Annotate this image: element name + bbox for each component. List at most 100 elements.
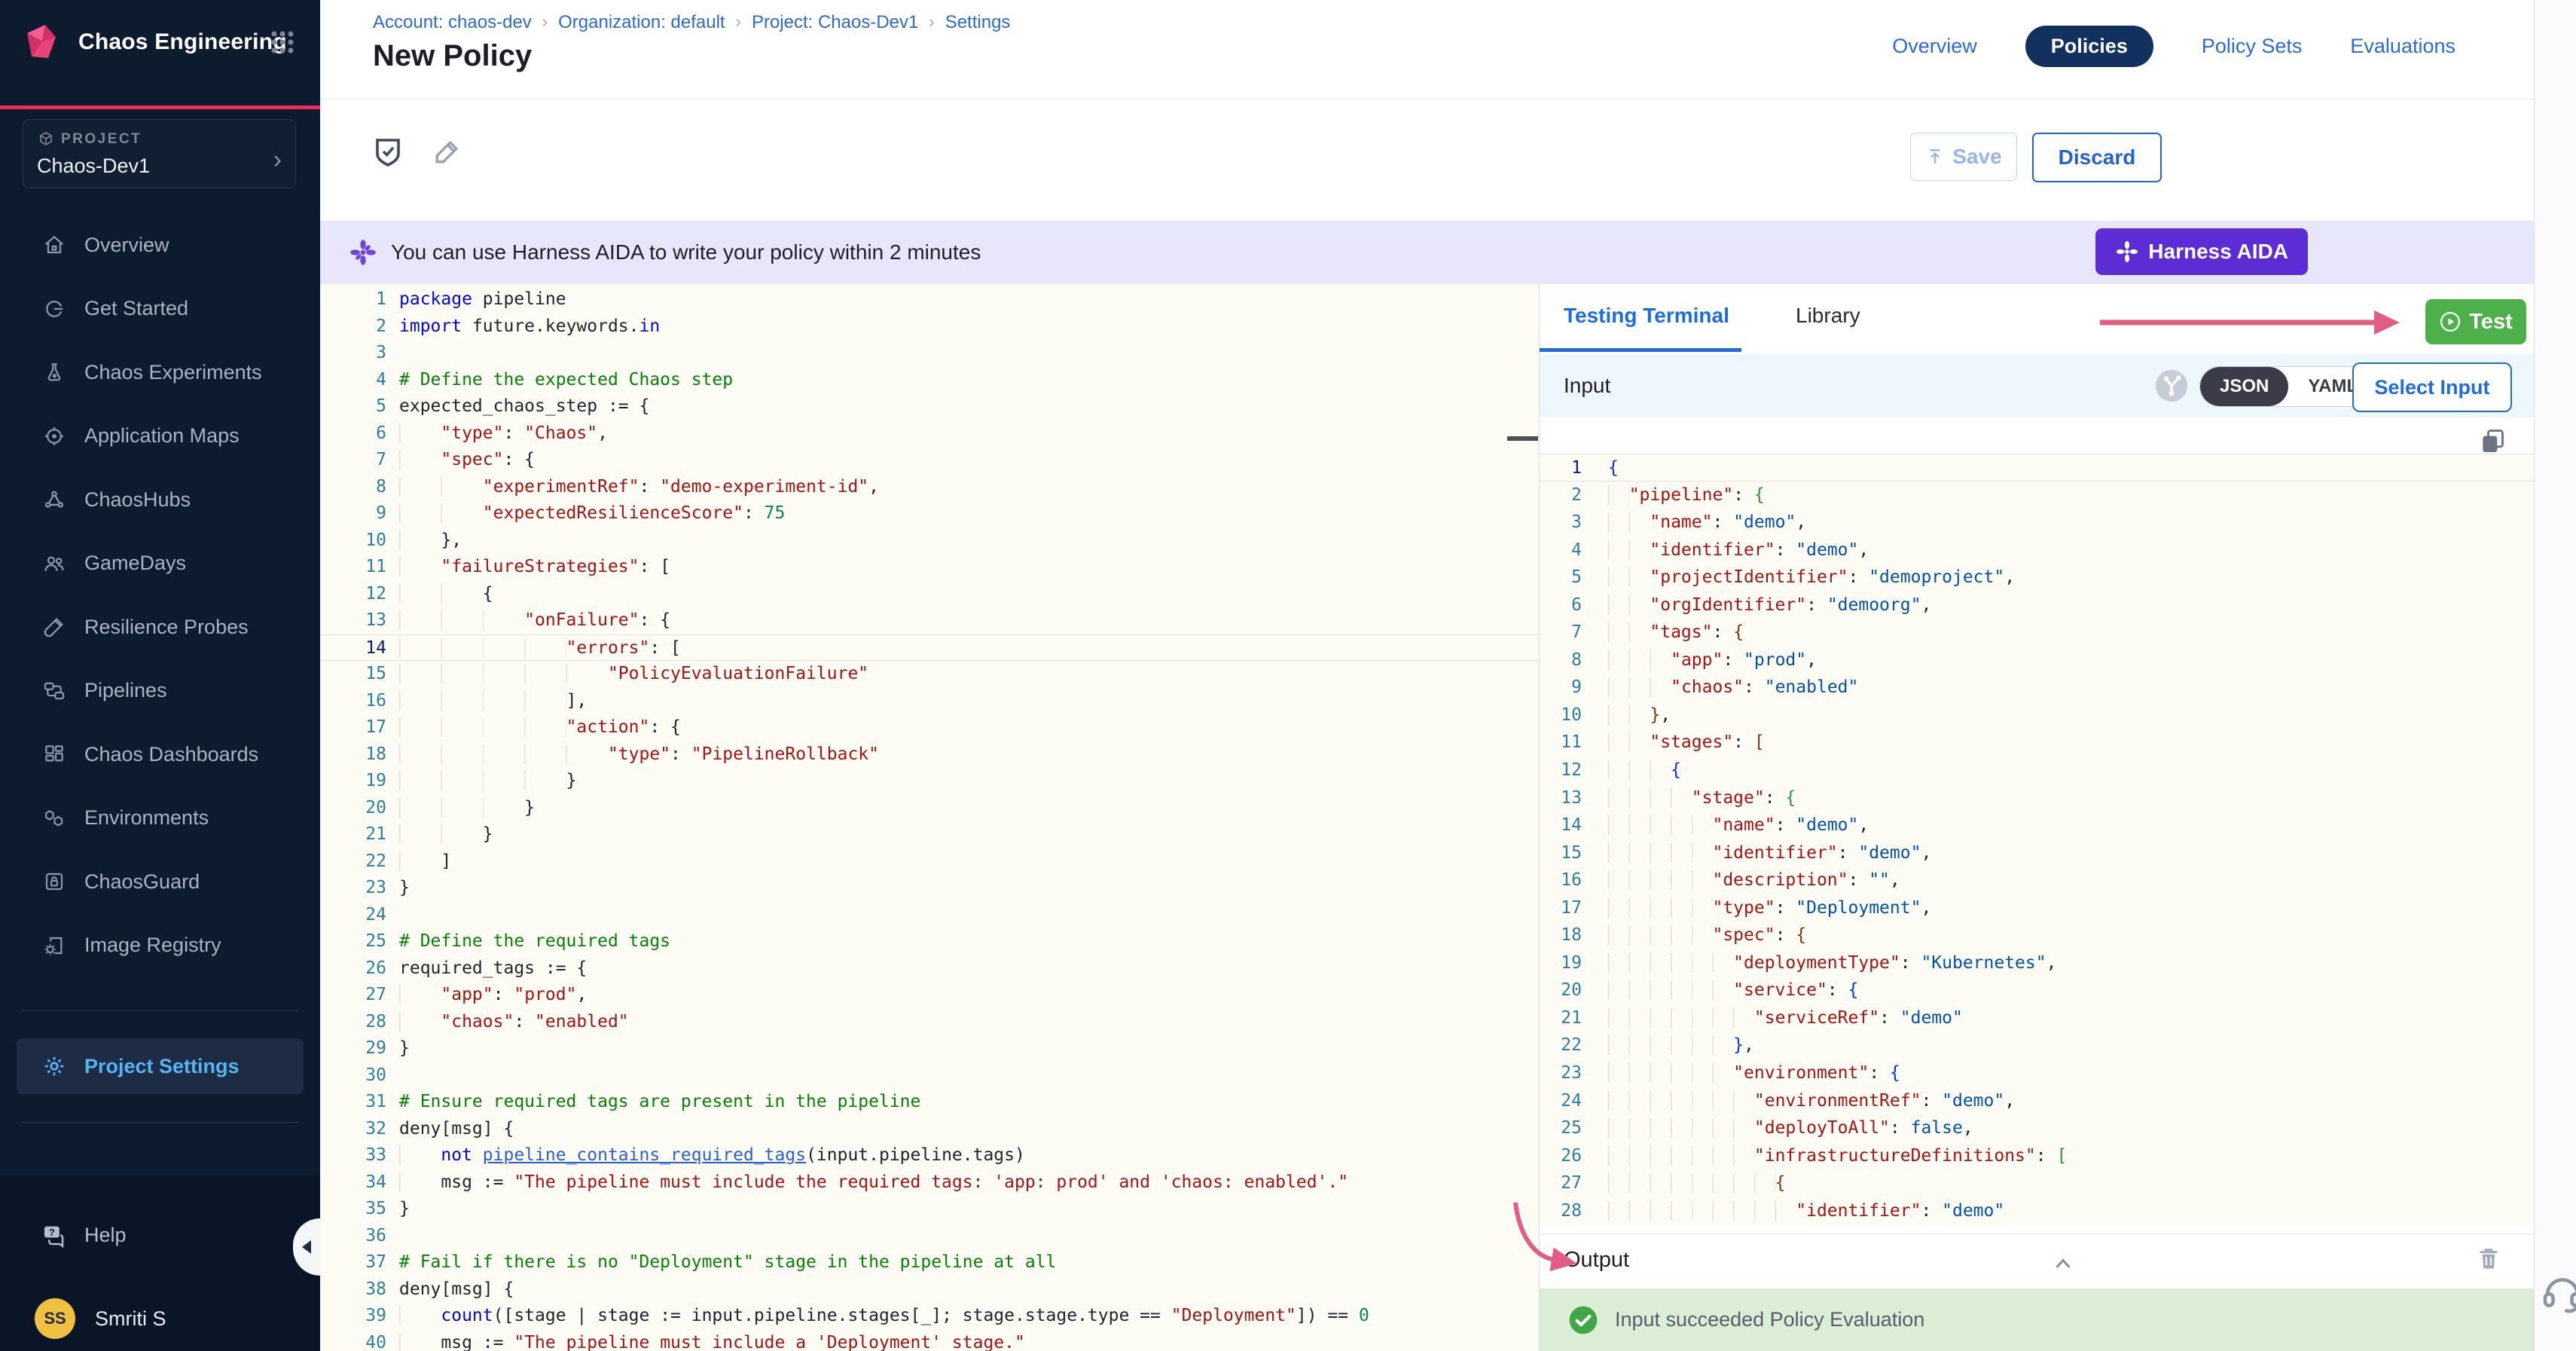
policy-validate-icon[interactable] bbox=[370, 134, 406, 173]
code-line[interactable]: 28 "chaos": "enabled" bbox=[320, 1009, 1539, 1036]
code-line[interactable]: 20 "service": { bbox=[1540, 977, 2534, 1004]
code-line[interactable]: 5expected_chaos_step := { bbox=[320, 393, 1539, 420]
top-nav-overview[interactable]: Overview bbox=[1892, 35, 1977, 58]
code-line[interactable]: 18 "spec": { bbox=[1540, 922, 2534, 949]
code-line[interactable]: 7 "spec": { bbox=[320, 447, 1539, 474]
code-line[interactable]: 9 "expectedResilienceScore": 75 bbox=[320, 500, 1539, 527]
trash-icon[interactable] bbox=[2475, 1245, 2502, 1276]
code-line[interactable]: 2 "pipeline": { bbox=[1540, 481, 2534, 509]
code-line[interactable]: 14 "name": "demo", bbox=[1540, 812, 2534, 839]
code-line[interactable]: 20 } bbox=[320, 795, 1539, 822]
sidebar-item-pipelines[interactable]: Pipelines bbox=[0, 659, 320, 723]
code-line[interactable]: 26required_tags := { bbox=[320, 955, 1539, 983]
top-nav-policies[interactable]: Policies bbox=[2025, 26, 2153, 67]
sidebar-item-gamedays[interactable]: GameDays bbox=[0, 532, 320, 596]
code-line[interactable]: 36 bbox=[320, 1223, 1539, 1250]
save-button[interactable]: Save bbox=[1910, 133, 2017, 181]
code-line[interactable]: 14 "errors": [ bbox=[320, 634, 1539, 662]
code-line[interactable]: 28 "identifier": "demo" bbox=[1540, 1197, 2534, 1225]
code-line[interactable]: 4# Define the expected Chaos step bbox=[320, 367, 1539, 394]
project-selector[interactable]: PROJECT Chaos-Dev1 › bbox=[23, 119, 296, 188]
code-line[interactable]: 10 }, bbox=[320, 527, 1539, 555]
code-line[interactable]: 4 "identifier": "demo", bbox=[1540, 536, 2534, 564]
policy-code-editor[interactable]: 1package pipeline2import future.keywords… bbox=[320, 284, 1539, 1351]
code-line[interactable]: 37# Fail if there is no "Deployment" sta… bbox=[320, 1249, 1539, 1276]
code-line[interactable]: 3 bbox=[320, 340, 1539, 367]
code-line[interactable]: 19 } bbox=[320, 768, 1539, 795]
code-line[interactable]: 23 "environment": { bbox=[1540, 1059, 2534, 1087]
sidebar-item-overview[interactable]: Overview bbox=[0, 213, 320, 277]
code-line[interactable]: 34 msg := "The pipeline must include the… bbox=[320, 1169, 1539, 1197]
sidebar-user[interactable]: SS Smriti S bbox=[0, 1294, 320, 1343]
code-line[interactable]: 24 "environmentRef": "demo", bbox=[1540, 1087, 2534, 1115]
code-line[interactable]: 6 "orgIdentifier": "demoorg", bbox=[1540, 591, 2534, 619]
code-line[interactable]: 23} bbox=[320, 875, 1539, 902]
code-line[interactable]: 2import future.keywords.in bbox=[320, 313, 1539, 341]
code-line[interactable]: 21 "serviceRef": "demo" bbox=[1540, 1004, 2534, 1032]
input-json-editor[interactable]: 1{2 "pipeline": {3 "name": "demo",4 "ide… bbox=[1540, 454, 2534, 1226]
code-line[interactable]: 32deny[msg] { bbox=[320, 1116, 1539, 1143]
tab-library[interactable]: Library bbox=[1796, 304, 1860, 328]
edit-pencil-icon[interactable] bbox=[430, 136, 463, 172]
top-nav-policy-sets[interactable]: Policy Sets bbox=[2202, 35, 2303, 58]
code-line[interactable]: 27 "app": "prod", bbox=[320, 982, 1539, 1009]
support-headset-icon[interactable] bbox=[2540, 1270, 2576, 1316]
code-line[interactable]: 26 "infrastructureDefinitions": [ bbox=[1540, 1142, 2534, 1170]
code-line[interactable]: 6 "type": "Chaos", bbox=[320, 420, 1539, 448]
code-line[interactable]: 15 "identifier": "demo", bbox=[1540, 839, 2534, 867]
code-line[interactable]: 31# Ensure required tags are present in … bbox=[320, 1089, 1539, 1116]
code-line[interactable]: 12 { bbox=[1540, 756, 2534, 784]
code-line[interactable]: 19 "deploymentType": "Kubernetes", bbox=[1540, 949, 2534, 977]
chevron-up-icon[interactable] bbox=[2050, 1251, 2076, 1273]
code-line[interactable]: 21 } bbox=[320, 821, 1539, 848]
sidebar-item-environments[interactable]: Environments bbox=[0, 787, 320, 851]
code-line[interactable]: 7 "tags": { bbox=[1540, 619, 2534, 646]
discard-button[interactable]: Discard bbox=[2032, 133, 2162, 182]
code-line[interactable]: 25# Define the required tags bbox=[320, 928, 1539, 955]
code-line[interactable]: 13 "stage": { bbox=[1540, 784, 2534, 812]
tab-testing-terminal[interactable]: Testing Terminal bbox=[1564, 304, 1729, 328]
code-line[interactable]: 8 "app": "prod", bbox=[1540, 646, 2534, 674]
format-option-json[interactable]: JSON bbox=[2200, 367, 2288, 406]
code-line[interactable]: 3 "name": "demo", bbox=[1540, 509, 2534, 536]
sidebar-item-project-settings[interactable]: Project Settings bbox=[17, 1038, 304, 1094]
code-line[interactable]: 13 "onFailure": { bbox=[320, 607, 1539, 634]
code-line[interactable]: 40 msg := "The pipeline must include a '… bbox=[320, 1330, 1539, 1351]
breadcrumb-link[interactable]: Organization: default bbox=[558, 12, 725, 33]
code-line[interactable]: 17 "action": { bbox=[320, 714, 1539, 741]
code-line[interactable]: 35} bbox=[320, 1196, 1539, 1223]
breadcrumb-link[interactable]: Project: Chaos-Dev1 bbox=[752, 12, 918, 33]
code-line[interactable]: 22 }, bbox=[1540, 1032, 2534, 1059]
code-line[interactable]: 22 ] bbox=[320, 848, 1539, 876]
code-line[interactable]: 11 "failureStrategies": [ bbox=[320, 554, 1539, 581]
harness-aida-button[interactable]: Harness AIDA bbox=[2095, 228, 2308, 275]
code-line[interactable]: 8 "experimentRef": "demo-experiment-id", bbox=[320, 474, 1539, 501]
code-line[interactable]: 27 { bbox=[1540, 1169, 2534, 1197]
sidebar-item-chaosguard[interactable]: ChaosGuard bbox=[0, 850, 320, 914]
code-line[interactable]: 12 { bbox=[320, 581, 1539, 608]
code-line[interactable]: 9 "chaos": "enabled" bbox=[1540, 674, 2534, 701]
app-grid-icon[interactable] bbox=[266, 26, 299, 59]
format-toggle[interactable]: JSONYAML bbox=[2199, 366, 2378, 407]
input-branch-icon[interactable] bbox=[2154, 368, 2189, 403]
test-button[interactable]: Test bbox=[2425, 299, 2526, 344]
copy-icon[interactable] bbox=[2478, 426, 2507, 457]
sidebar-item-image-registry[interactable]: Image Registry bbox=[0, 914, 320, 978]
sidebar-item-chaos-dashboards[interactable]: Chaos Dashboards bbox=[0, 723, 320, 787]
code-line[interactable]: 29} bbox=[320, 1035, 1539, 1062]
code-line[interactable]: 17 "type": "Deployment", bbox=[1540, 894, 2534, 922]
select-input-button[interactable]: Select Input bbox=[2352, 362, 2512, 412]
sidebar-item-chaoshubs[interactable]: ChaosHubs bbox=[0, 468, 320, 532]
code-line[interactable]: 1{ bbox=[1540, 454, 2534, 481]
sidebar-item-help[interactable]: ? Help bbox=[0, 1209, 320, 1261]
code-line[interactable]: 5 "projectIdentifier": "demoproject", bbox=[1540, 564, 2534, 591]
code-line[interactable]: 39 count([stage | stage := input.pipelin… bbox=[320, 1303, 1539, 1330]
sidebar-item-resilience-probes[interactable]: Resilience Probes bbox=[0, 595, 320, 659]
code-line[interactable]: 16 "description": "", bbox=[1540, 867, 2534, 894]
code-line[interactable]: 15 "PolicyEvaluationFailure" bbox=[320, 661, 1539, 688]
splitter-handle-icon[interactable] bbox=[1507, 436, 1538, 441]
breadcrumb-link[interactable]: Account: chaos-dev bbox=[373, 12, 532, 33]
top-nav-evaluations[interactable]: Evaluations bbox=[2350, 35, 2455, 58]
code-line[interactable]: 38deny[msg] { bbox=[320, 1276, 1539, 1304]
code-line[interactable]: 33 not pipeline_contains_required_tags(i… bbox=[320, 1142, 1539, 1169]
